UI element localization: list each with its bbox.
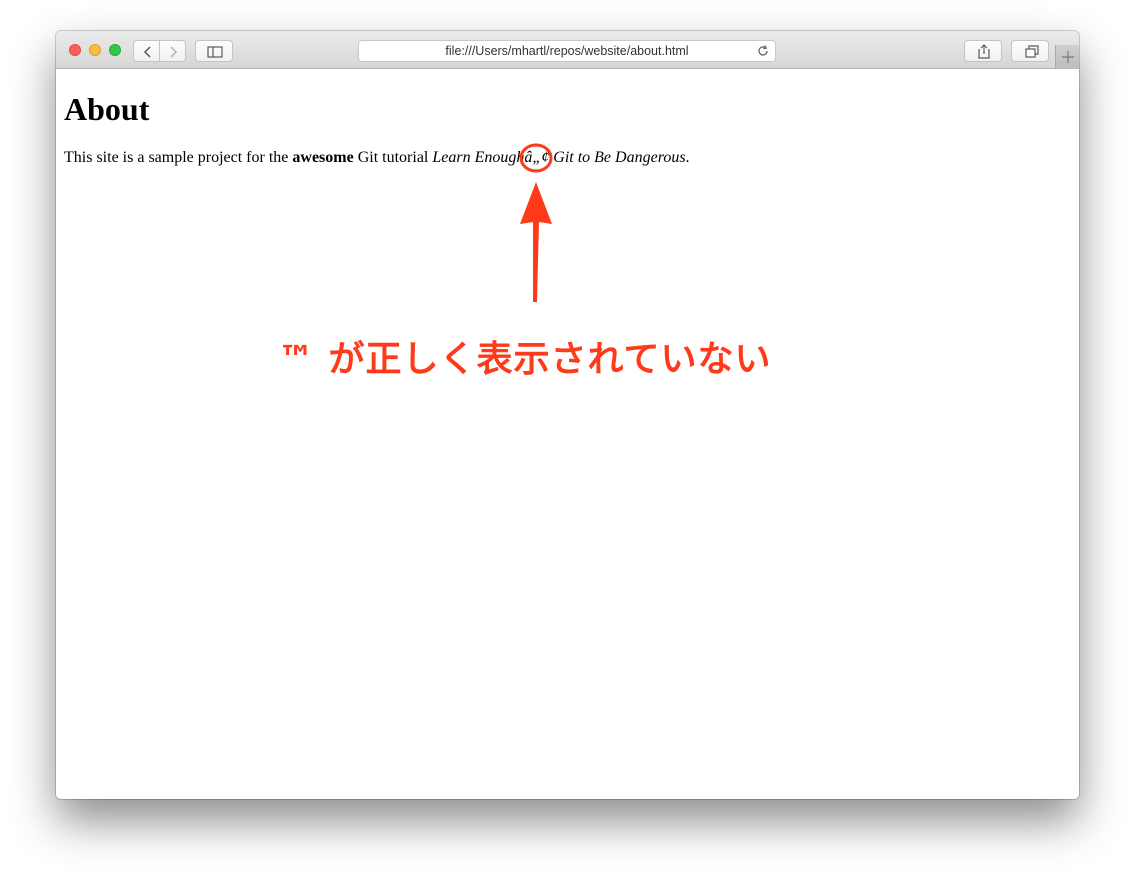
- tutorial-title-start: Learn Enough: [432, 149, 525, 166]
- close-window-button[interactable]: [69, 44, 81, 56]
- new-tab-button[interactable]: [1055, 45, 1079, 69]
- chevron-right-icon: [170, 46, 178, 58]
- paragraph-text-start: This site is a sample project for the: [64, 149, 293, 166]
- sidebar-icon: [207, 46, 223, 58]
- reload-icon[interactable]: [756, 44, 770, 58]
- plus-icon: [1062, 51, 1074, 63]
- address-bar[interactable]: file:///Users/mhartl/repos/website/about…: [358, 40, 776, 62]
- annotation-label: ™ が正しく表示されていない: [278, 339, 772, 380]
- chevron-left-icon: [143, 46, 151, 58]
- tabs-overview-icon: [1025, 45, 1039, 58]
- share-button[interactable]: [964, 40, 1002, 62]
- tutorial-title-end: Git to Be Dangerous: [549, 149, 686, 166]
- paragraph-bold-text: awesome: [292, 149, 354, 166]
- browser-window: file:///Users/mhartl/repos/website/about…: [56, 31, 1079, 799]
- page-content: About This site is a sample project for …: [56, 69, 1079, 799]
- minimize-window-button[interactable]: [89, 44, 101, 56]
- paragraph-period: .: [685, 149, 690, 166]
- page-heading: About: [64, 91, 150, 127]
- show-tabs-button[interactable]: [1011, 40, 1049, 62]
- zoom-window-button[interactable]: [109, 44, 121, 56]
- share-icon: [978, 44, 990, 59]
- tutorial-title: Learn Enoughâ„¢ Git to Be Dangerous: [432, 149, 685, 166]
- garbled-trademark-text: â„¢: [524, 149, 550, 166]
- paragraph-text-middle: Git tutorial: [353, 149, 433, 166]
- forward-button[interactable]: [159, 40, 186, 62]
- back-button[interactable]: [133, 40, 160, 62]
- sidebar-toggle-button[interactable]: [195, 40, 233, 62]
- url-text: file:///Users/mhartl/repos/website/about…: [445, 44, 689, 58]
- browser-toolbar: file:///Users/mhartl/repos/website/about…: [56, 31, 1079, 69]
- page-paragraph: This site is a sample project for the aw…: [64, 149, 690, 167]
